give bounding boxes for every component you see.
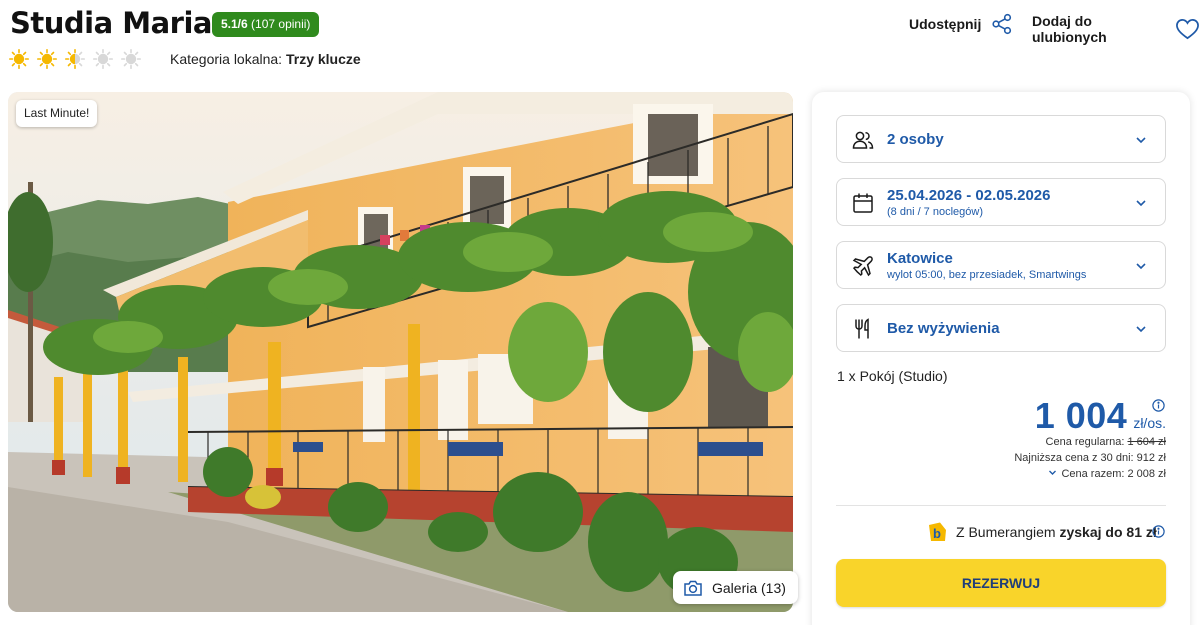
sun-full-icon	[37, 49, 57, 69]
bumerang-logo-icon: b	[929, 522, 946, 541]
cutlery-icon	[855, 318, 869, 339]
dates-sub: (8 dni / 7 noclegów)	[887, 206, 983, 218]
departure-city: Katowice	[887, 250, 953, 267]
gallery-label: Galeria (13)	[712, 579, 786, 596]
lowest-price: Najniższa cena z 30 dni: 912 zł	[1014, 452, 1166, 464]
rating-badge[interactable]: 5.1/6 (107 opinii)	[212, 12, 320, 37]
divider	[836, 505, 1166, 506]
category-value: Trzy klucze	[285, 51, 361, 67]
share-icon	[992, 13, 1012, 35]
sun-full-icon	[9, 49, 29, 69]
category-label: Kategoria lokalna:	[170, 51, 283, 67]
info-icon[interactable]	[1152, 399, 1165, 412]
price-unit: zł/os.	[1133, 415, 1166, 431]
sun-empty-icon	[121, 49, 141, 69]
bumerang-gain: zyskaj do 81 zł	[1059, 524, 1157, 540]
booking-panel	[812, 92, 1190, 625]
bumerang-info: b Z Bumerangiem zyskaj do 81 zł	[926, 521, 1157, 543]
plane-icon	[852, 256, 873, 277]
share-label: Udostępnij	[909, 16, 982, 32]
dates-select[interactable]: 25.04.2026 - 02.05.2026 (8 dni / 7 nocle…	[836, 178, 1166, 226]
local-category: Kategoria lokalna: Trzy klucze	[170, 51, 361, 67]
total-price: Cena razem: 2 008 zł	[1061, 468, 1166, 480]
regular-price-label: Cena regularna:	[1045, 436, 1125, 448]
chevron-down-icon	[1049, 470, 1057, 475]
chevron-down-icon	[1136, 200, 1146, 207]
hotel-photo-image	[8, 92, 793, 612]
share-button[interactable]: Udostępnij	[909, 13, 1013, 35]
price-block: 1 004 zł/os.	[1035, 395, 1166, 437]
departure-select[interactable]: Katowice wylot 05:00, bez przesiadek, Sm…	[836, 241, 1166, 289]
calendar-icon	[853, 193, 873, 213]
svg-text:b: b	[933, 526, 941, 541]
price-amount: 1 004	[1034, 395, 1128, 436]
rating-count: (107 opinii)	[251, 17, 311, 31]
add-to-favorites-button[interactable]: Dodaj do ulubionych	[1032, 13, 1200, 45]
hotel-photo[interactable]	[8, 92, 793, 612]
dates-value: 25.04.2026 - 02.05.2026	[887, 187, 1051, 204]
favorite-label: Dodaj do ulubionych	[1032, 13, 1107, 45]
hotel-title: Studia Maria	[10, 6, 213, 40]
persons-select[interactable]: 2 osoby	[836, 115, 1166, 163]
gallery-button[interactable]: Galeria (13)	[673, 571, 798, 604]
reserve-button[interactable]: REZERWUJ	[836, 559, 1166, 607]
total-price-toggle[interactable]: Cena razem: 2 008 zł	[1048, 468, 1166, 480]
camera-icon	[684, 580, 702, 596]
sun-half-icon	[65, 49, 85, 69]
chevron-down-icon	[1136, 326, 1146, 333]
info-icon[interactable]	[1152, 525, 1165, 538]
room-info: 1 x Pokój (Studio)	[837, 368, 948, 384]
persons-value: 2 osoby	[887, 131, 944, 148]
chevron-down-icon	[1136, 137, 1146, 144]
rating-score: 5.1/6	[221, 17, 248, 31]
regular-price-value: 1 604 zł	[1127, 436, 1166, 448]
board-value: Bez wyżywienia	[887, 320, 1000, 337]
sun-empty-icon	[93, 49, 113, 69]
people-icon	[852, 131, 874, 149]
board-select[interactable]: Bez wyżywienia	[836, 304, 1166, 352]
regular-price: Cena regularna: 1 604 zł	[1046, 436, 1166, 448]
heart-icon	[1176, 19, 1199, 40]
last-minute-tag: Last Minute!	[16, 100, 98, 127]
bumerang-prefix: Z Bumerangiem	[956, 524, 1056, 540]
sun-rating	[9, 49, 141, 69]
departure-details: wylot 05:00, bez przesiadek, Smartwings	[887, 269, 1087, 281]
chevron-down-icon	[1136, 263, 1146, 270]
